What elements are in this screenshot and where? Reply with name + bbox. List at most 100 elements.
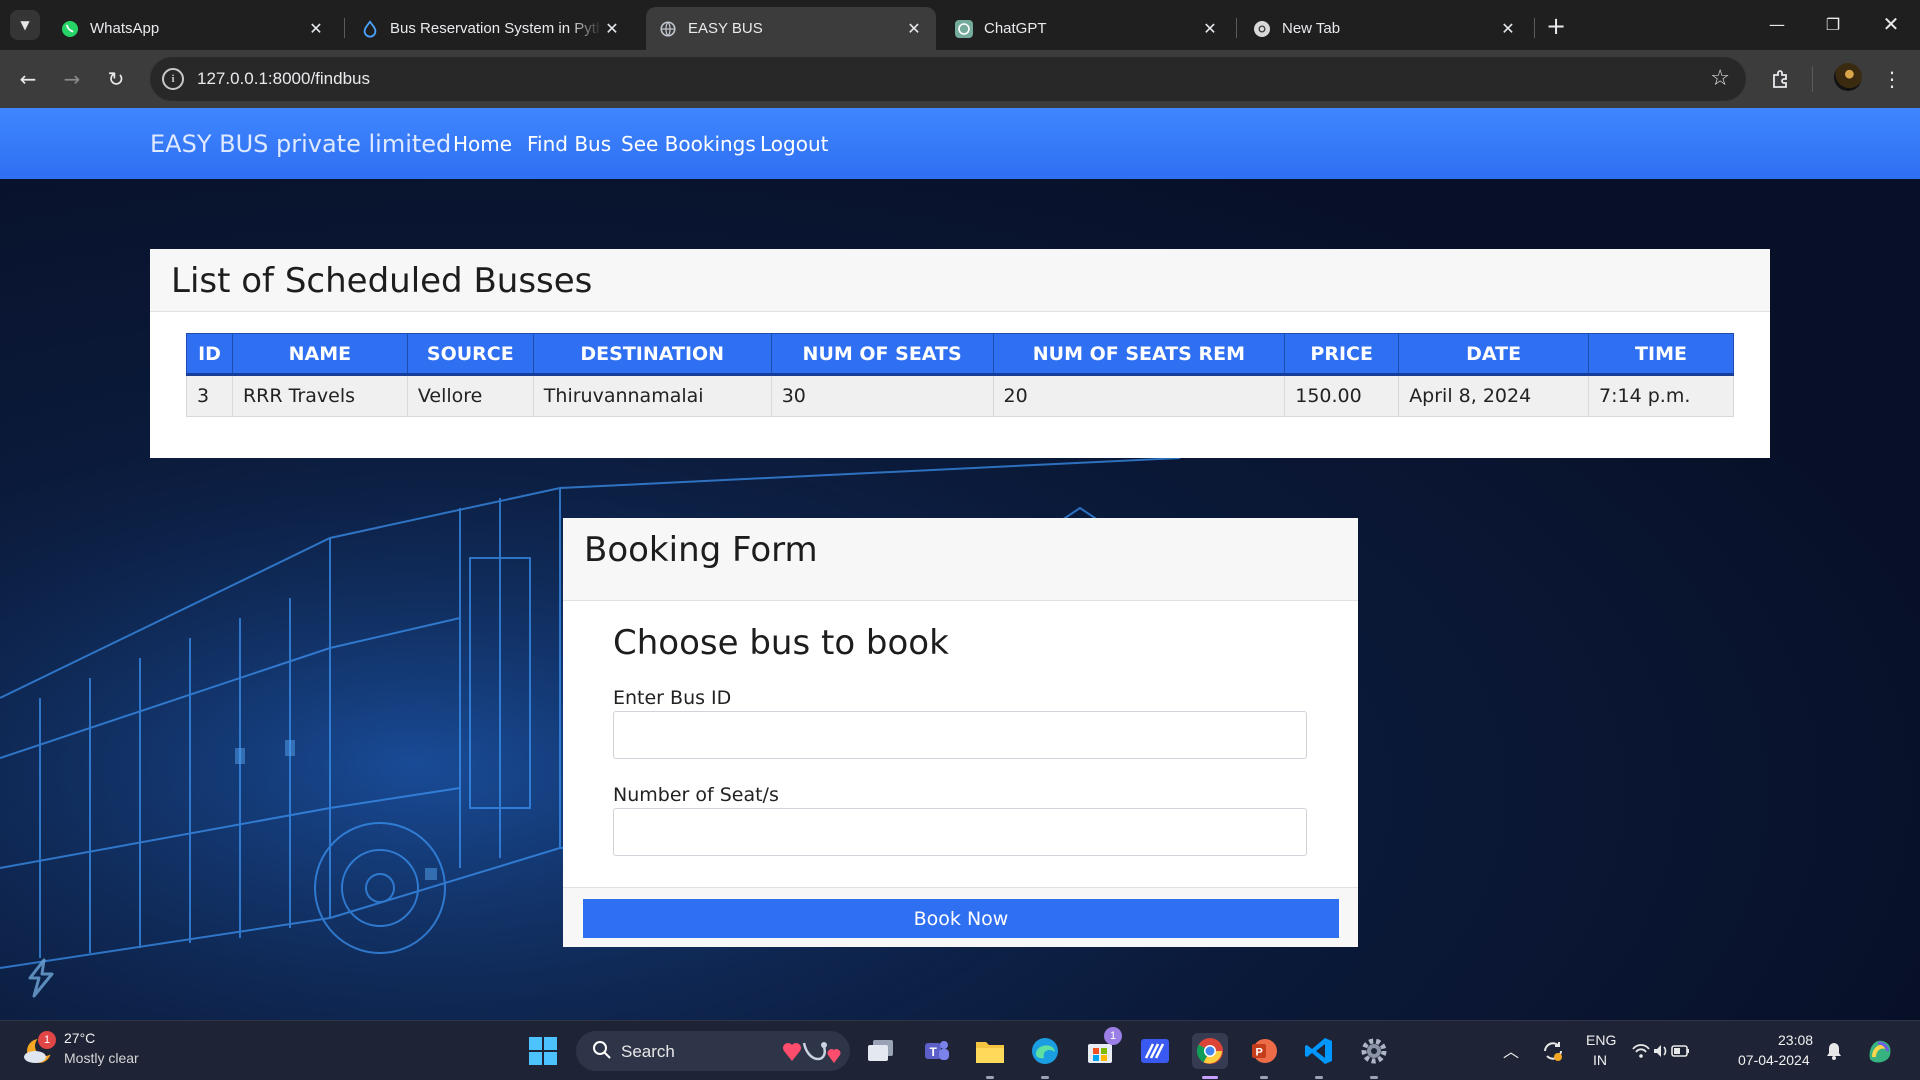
back-arrow-icon[interactable]: ←: [12, 63, 44, 95]
edge-browser-icon[interactable]: [1027, 1033, 1063, 1079]
weather-moon-icon[interactable]: 1: [22, 1031, 56, 1067]
windows-admin-app-icon[interactable]: [1137, 1033, 1173, 1069]
new-tab-button[interactable]: +: [1542, 12, 1570, 40]
browser-tab-strip: ▼ WhatsApp ✕ Bus Reservation System in P…: [0, 0, 1920, 50]
bus-id-input[interactable]: [613, 711, 1307, 759]
show-hidden-icons-chevron-icon[interactable]: ︿: [1503, 1038, 1519, 1062]
globe-icon: [658, 19, 678, 39]
nav-link-logout[interactable]: Logout: [760, 132, 828, 156]
column-header-price: PRICE: [1284, 333, 1400, 376]
notification-bell-icon[interactable]: [1816, 1033, 1852, 1069]
windows-start-icon[interactable]: [525, 1033, 561, 1069]
task-view-icon[interactable]: [863, 1033, 899, 1069]
close-tab-icon[interactable]: ✕: [1200, 19, 1220, 39]
teams-icon[interactable]: T: [918, 1033, 954, 1069]
tab-title: Bus Reservation System in Python: [390, 20, 602, 37]
tab-title: ChatGPT: [984, 20, 1047, 37]
vs-code-icon[interactable]: [1301, 1033, 1337, 1079]
column-header-date: DATE: [1398, 333, 1590, 376]
close-tab-icon[interactable]: ✕: [602, 19, 622, 39]
powerpoint-icon[interactable]: P: [1246, 1033, 1282, 1079]
tab-title: EASY BUS: [688, 20, 763, 37]
close-tab-icon[interactable]: ✕: [306, 19, 326, 39]
forward-arrow-icon[interactable]: →: [56, 63, 88, 95]
weather-description[interactable]: Mostly clear: [64, 1050, 139, 1066]
site-info-icon[interactable]: i: [162, 68, 184, 90]
nav-link-see-bookings[interactable]: See Bookings: [621, 132, 756, 156]
tab-bus-reservation-tutorial[interactable]: Bus Reservation System in Python ✕: [348, 7, 634, 50]
minimize-icon[interactable]: —: [1759, 8, 1795, 40]
tab-title: WhatsApp: [90, 20, 160, 37]
seats-input[interactable]: [613, 808, 1307, 856]
bus-id-label: Enter Bus ID: [613, 687, 732, 709]
booking-form-card: Booking Form Choose bus to book Enter Bu…: [563, 518, 1358, 947]
search-icon: [592, 1040, 612, 1064]
cell-seats-remaining: 20: [992, 374, 1286, 417]
chrome-icon: [1252, 19, 1272, 39]
windows-taskbar: 1 27°C Mostly clear Search T 1 P ︿ ENG I…: [0, 1020, 1920, 1080]
browser-toolbar: ← → ↻ i 127.0.0.1:8000/findbus ☆ ⋮: [0, 50, 1920, 108]
cell-num-of-seats: 30: [770, 374, 994, 417]
profile-avatar[interactable]: [1834, 63, 1862, 91]
taskbar-search-box[interactable]: Search: [576, 1031, 850, 1071]
reload-icon[interactable]: ↻: [100, 63, 132, 95]
extensions-puzzle-icon[interactable]: [1765, 63, 1797, 95]
tab-new-tab[interactable]: New Tab ✕: [1240, 7, 1530, 50]
scheduled-busses-title: List of Scheduled Busses: [171, 261, 593, 301]
quick-settings-tray[interactable]: [1631, 1033, 1691, 1069]
tab-easy-bus[interactable]: EASY BUS ✕: [646, 7, 936, 50]
weather-temperature[interactable]: 27°C: [64, 1030, 95, 1046]
browser-menu-icon[interactable]: ⋮: [1876, 63, 1908, 95]
nav-link-find-bus[interactable]: Find Bus: [527, 132, 611, 156]
clock-time[interactable]: 23:08: [1778, 1032, 1813, 1048]
site-navbar: EASY BUS private limited Home Find Bus S…: [0, 108, 1920, 179]
close-tab-icon[interactable]: ✕: [1498, 19, 1518, 39]
column-header-num-of-seats: NUM OF SEATS: [770, 333, 994, 376]
column-header-time: TIME: [1588, 333, 1734, 376]
column-header-seats-remaining: NUM OF SEATS REM: [992, 333, 1286, 376]
booking-form-header: Booking Form: [563, 518, 1358, 601]
bookmark-star-icon[interactable]: ☆: [1710, 66, 1730, 91]
chatgpt-icon: [954, 19, 974, 39]
column-header-destination: DESTINATION: [532, 333, 772, 376]
site-brand[interactable]: EASY BUS private limited: [150, 130, 451, 158]
close-window-icon[interactable]: ✕: [1873, 8, 1909, 40]
floating-app-logo-icon[interactable]: [24, 958, 58, 998]
microsoft-store-icon[interactable]: 1: [1082, 1027, 1122, 1069]
sync-icon[interactable]: [1535, 1033, 1571, 1069]
weather-notification-badge: 1: [38, 1031, 56, 1049]
seats-label: Number of Seat/s: [613, 784, 779, 806]
scheduled-busses-header: List of Scheduled Busses: [150, 249, 1770, 312]
svg-text:T: T: [930, 1045, 938, 1059]
chrome-taskbar-icon[interactable]: [1192, 1033, 1228, 1079]
cell-source: Vellore: [406, 374, 534, 417]
file-explorer-icon[interactable]: [972, 1033, 1008, 1079]
table-row: 3 RRR Travels Vellore Thiruvannamalai 30…: [186, 374, 1734, 417]
page-viewport: EASY BUS private limited Home Find Bus S…: [0, 108, 1920, 1020]
tab-search-button[interactable]: ▼: [10, 10, 40, 40]
scheduled-busses-table: ID NAME SOURCE DESTINATION NUM OF SEATS …: [186, 333, 1734, 417]
copilot-icon[interactable]: [1862, 1033, 1898, 1069]
address-bar[interactable]: i 127.0.0.1:8000/findbus ☆: [150, 57, 1746, 101]
close-tab-icon[interactable]: ✕: [904, 19, 924, 39]
book-now-button[interactable]: Book Now: [583, 899, 1339, 938]
scheduled-busses-card: List of Scheduled Busses ID NAME SOURCE …: [150, 249, 1770, 458]
cell-destination: Thiruvannamalai: [532, 374, 772, 417]
url-text[interactable]: 127.0.0.1:8000/findbus: [197, 69, 370, 89]
language-indicator-bottom[interactable]: IN: [1593, 1052, 1607, 1068]
tab-title: New Tab: [1282, 20, 1341, 37]
whatsapp-icon: [60, 19, 80, 39]
wifi-volume-battery-icon: [1632, 1044, 1689, 1058]
settings-gear-icon[interactable]: [1356, 1033, 1392, 1079]
cell-id: 3: [186, 374, 233, 417]
tab-whatsapp[interactable]: WhatsApp ✕: [48, 7, 338, 50]
cell-name: RRR Travels: [231, 374, 408, 417]
tab-chatgpt[interactable]: ChatGPT ✕: [942, 7, 1232, 50]
table-header-row: ID NAME SOURCE DESTINATION NUM OF SEATS …: [186, 333, 1734, 376]
column-header-name: NAME: [231, 333, 408, 376]
cell-time: 7:14 p.m.: [1588, 374, 1734, 417]
language-indicator-top[interactable]: ENG: [1586, 1032, 1616, 1048]
restore-icon[interactable]: ❐: [1815, 8, 1851, 40]
nav-link-home[interactable]: Home: [453, 132, 512, 156]
clock-date[interactable]: 07-04-2024: [1738, 1052, 1810, 1068]
